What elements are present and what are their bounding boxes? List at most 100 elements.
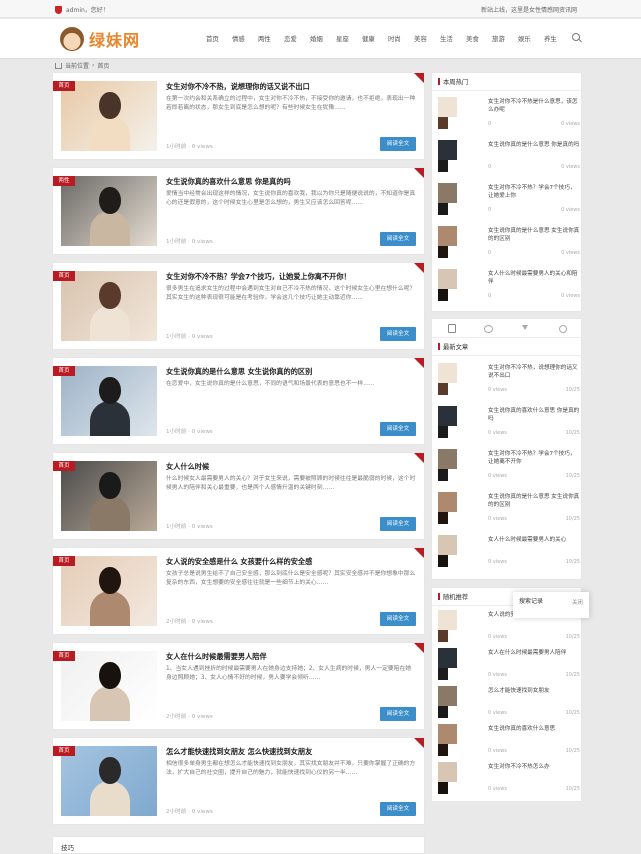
sidebar-post-title[interactable]: 女生说你真的是什么意思 你是真的吗 [488,141,580,157]
post-category-tag[interactable]: 首页 [53,271,75,281]
sidebar-thumbnail[interactable] [438,269,484,302]
sidebar-thumbnail[interactable] [438,363,484,396]
tab-heart-icon[interactable] [519,324,531,332]
sidebar-thumbnail[interactable] [438,610,484,643]
nav-item[interactable]: 娱乐 [518,34,544,43]
sidebar-post-title[interactable]: 女人什么时候最需要男人的关心 [488,536,580,552]
sidebar-post-title[interactable]: 女生说你真的喜欢什么意思 [488,725,580,741]
sidebar-post-item[interactable]: 女生对你不冷不热？学会7个技巧，让她离不开你 0 views 10/25 [438,449,580,483]
post-category-tag[interactable]: 首页 [53,746,75,756]
nav-item[interactable]: 恋爱 [284,34,310,43]
sidebar-post-title[interactable]: 女生对你不冷不热？学会7个技巧，让她离不开你 [488,450,580,466]
footer-category-label[interactable]: 技巧 [61,844,74,852]
tab-document-icon[interactable] [445,324,457,333]
sidebar-post-item[interactable]: 女生对你不冷不热怎么办 0 views 10/25 [438,762,580,796]
sidebar-post-item[interactable]: 女生对你不冷不热？学会7个技巧，让她爱上你 0 0 views [438,183,580,217]
read-more-button[interactable]: 阅读全文 [380,517,416,531]
nav-item[interactable]: 美食 [466,34,492,43]
tab-clock-icon[interactable] [556,324,568,333]
post-category-tag[interactable]: 两性 [53,176,75,186]
sidebar-post-item[interactable]: 怎么才能快速找到女朋友 0 views 10/25 [438,686,580,720]
nav-item[interactable]: 婚姻 [310,34,336,43]
sidebar-thumbnail[interactable] [438,724,484,757]
search-icon[interactable] [572,33,582,43]
post-title[interactable]: 女生对你不冷不热？学会7个技巧，让她爱上你离不开你！ [166,272,416,282]
read-more-button[interactable]: 阅读全文 [380,232,416,246]
post-category-tag[interactable]: 首页 [53,366,75,376]
nav-item[interactable]: 养生 [544,34,570,43]
post-thumbnail[interactable] [61,81,157,151]
sidebar-post-title[interactable]: 怎么才能快速找到女朋友 [488,687,580,703]
sidebar-post-item[interactable]: 女人在什么时候最需要男人陪伴 0 views 10/25 [438,648,580,682]
sidebar-thumbnail[interactable] [438,449,484,482]
sidebar-post-item[interactable]: 女生说你真的喜欢什么意思 0 views 10/25 [438,724,580,758]
sidebar-post-title[interactable]: 女生对你不冷不热？学会7个技巧，让她爱上你 [488,184,580,200]
post-card[interactable]: 首页 女生对你不冷不热，说想理你的话又说不出口 在第一次约会和关系确立的过程中，女生… [52,72,425,160]
post-thumbnail[interactable] [61,461,157,531]
sidebar-thumbnail[interactable] [438,686,484,719]
post-title[interactable]: 女人在什么时候最需要男人陪伴 [166,652,416,662]
sidebar-thumbnail[interactable] [438,97,484,130]
post-title[interactable]: 女生说你真的是什么意思 女生说你真的的区别 [166,367,416,377]
post-card[interactable]: 首页 女人什么时候 什么时候女人最需要男人的关心？对于女生来说，需要被照顾的时候往往… [52,452,425,540]
sidebar-post-item[interactable]: 女生对你不冷不热是什么意思，该怎么办呢 0 0 views [438,97,580,131]
post-category-tag[interactable]: 首页 [53,81,75,91]
post-card[interactable]: 首页 女生对你不冷不热？学会7个技巧，让她爱上你离不开你！ 很多男生在追求女生的过程… [52,262,425,350]
post-thumbnail[interactable] [61,271,157,341]
sidebar-post-title[interactable]: 女生说你真的是什么意思 女生说你真的的区别 [488,227,580,243]
post-card[interactable]: 两性 女生说你真的喜欢什么意思 你是真的吗 爱情当中经常会出现这样的情况，女生说你真… [52,167,425,255]
sidebar-thumbnail[interactable] [438,648,484,681]
post-card[interactable]: 首页 女生说你真的是什么意思 女生说你真的的区别 在恋爱中，女生说你真的是什么意思，… [52,357,425,445]
read-more-button[interactable]: 阅读全文 [380,422,416,436]
post-card[interactable]: 首页 女人说的安全感是什么 女孩要什么样的安全感 女孩子总是说男生给不了自己安全感，… [52,547,425,635]
sidebar-post-item[interactable]: 女生说你真的是什么意思 你是真的吗 0 0 views [438,140,580,174]
sidebar-post-title[interactable]: 女人什么时候最需要男人的关心和陪伴 [488,270,580,286]
breadcrumb-home[interactable]: 当前位置 [65,61,89,70]
nav-item[interactable]: 旅游 [492,34,518,43]
sidebar-thumbnail[interactable] [438,406,484,439]
sidebar-thumbnail[interactable] [438,762,484,795]
post-title[interactable]: 女人说的安全感是什么 女孩要什么样的安全感 [166,557,416,567]
read-more-button[interactable]: 阅读全文 [380,802,416,816]
nav-item[interactable]: 时尚 [388,34,414,43]
sidebar-post-title[interactable]: 女生对你不冷不热怎么办 [488,763,580,779]
sidebar-thumbnail[interactable] [438,535,484,568]
sidebar-post-item[interactable]: 女人什么时候最需要男人的关心 0 views 10/25 [438,535,580,569]
sidebar-thumbnail[interactable] [438,183,484,216]
post-thumbnail[interactable] [61,556,157,626]
nav-item[interactable]: 情感 [232,34,258,43]
read-more-button[interactable]: 阅读全文 [380,707,416,721]
sidebar-post-item[interactable]: 女生说你真的喜欢什么意思 你是真的吗 0 views 10/25 [438,406,580,440]
read-more-button[interactable]: 阅读全文 [380,137,416,151]
post-card[interactable]: 首页 怎么才能快速找到女朋友 怎么快速找到女朋友 相信很多单身男生都在想怎么才能快速… [52,737,425,825]
sidebar-post-title[interactable]: 女生对你不冷不热是什么意思，该怎么办呢 [488,98,580,114]
sidebar-post-title[interactable]: 女生说你真的是什么意思 女生说你真的的区别 [488,493,580,509]
sidebar-post-title[interactable]: 女生对你不冷不热，说想理你的话又说不出口 [488,364,580,380]
sidebar-thumbnail[interactable] [438,226,484,259]
sidebar-post-title[interactable]: 女生说你真的喜欢什么意思 你是真的吗 [488,407,580,423]
sidebar-post-item[interactable]: 女生说你真的是什么意思 女生说你真的的区别 0 views 10/25 [438,492,580,526]
post-category-tag[interactable]: 首页 [53,461,75,471]
sidebar-post-title[interactable]: 女人在什么时候最需要男人陪伴 [488,649,580,665]
nav-item[interactable]: 美容 [414,34,440,43]
post-title[interactable]: 女人什么时候 [166,462,416,472]
read-more-button[interactable]: 阅读全文 [380,612,416,626]
post-title[interactable]: 女生说你真的喜欢什么意思 你是真的吗 [166,177,416,187]
post-thumbnail[interactable] [61,746,157,816]
post-thumbnail[interactable] [61,651,157,721]
post-category-tag[interactable]: 首页 [53,556,75,566]
post-thumbnail[interactable] [61,366,157,436]
post-thumbnail[interactable] [61,176,157,246]
tab-comment-icon[interactable] [482,324,494,333]
post-category-tag[interactable]: 首页 [53,651,75,661]
nav-item[interactable]: 首页 [206,34,232,43]
login-status[interactable]: admin，您好！ [55,5,109,14]
sidebar-post-item[interactable]: 女生对你不冷不热，说想理你的话又说不出口 0 views 10/25 [438,363,580,397]
sidebar-thumbnail[interactable] [438,140,484,173]
post-title[interactable]: 怎么才能快速找到女朋友 怎么快速找到女朋友 [166,747,416,757]
login-text[interactable]: admin，您好！ [66,5,109,14]
nav-item[interactable]: 两性 [258,34,284,43]
popup-close-button[interactable]: 关闭 [572,598,583,606]
nav-item[interactable]: 生活 [440,34,466,43]
post-title[interactable]: 女生对你不冷不热，说想理你的话又说不出口 [166,82,416,92]
